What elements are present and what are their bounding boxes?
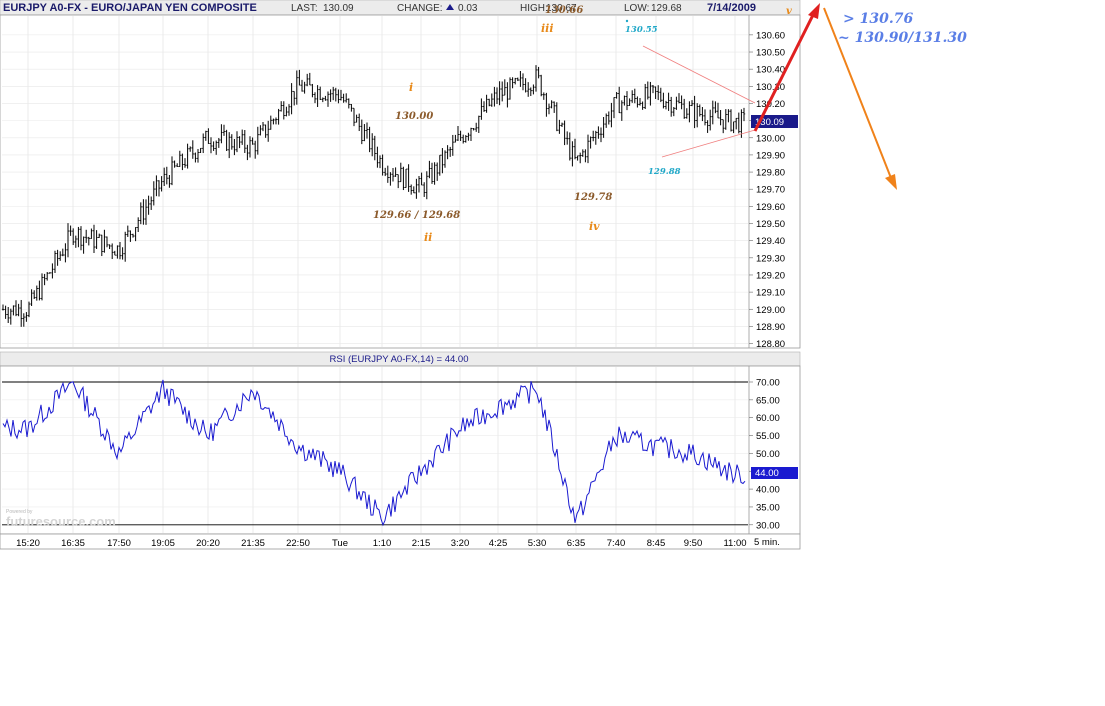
header-date: 7/14/2009 (707, 2, 756, 14)
price-y-tick-label: 129.70 (756, 185, 785, 196)
price-y-tick-label: 129.80 (756, 168, 785, 179)
price-y-tick-label: 129.20 (756, 270, 785, 281)
x-tick-label: 11:00 (723, 538, 746, 549)
last-label: LAST: (291, 3, 318, 14)
x-tick-label: Tue (332, 538, 348, 549)
wave-ii-label: ii (424, 231, 432, 244)
x-tick-label: 16:35 (61, 538, 85, 549)
x-tick-label: 21:35 (241, 538, 265, 549)
change-value: 0.03 (458, 3, 478, 14)
x-tick-label: 3:20 (451, 538, 470, 549)
price-y-tick-label: 129.10 (756, 288, 785, 299)
rsi-y-tick-label: 65.00 (756, 395, 780, 406)
low-value: 129.68 (651, 3, 682, 14)
x-tick-label: 15:20 (16, 538, 40, 549)
price-y-tick-label: 130.30 (756, 82, 785, 93)
wave-iii-label: iii (541, 22, 554, 35)
peak-marker-dot (625, 19, 629, 23)
orange-down-arrow-head-icon (885, 174, 897, 190)
price-y-tick-label: 129.60 (756, 202, 785, 213)
x-tick-label: 7:40 (607, 538, 626, 549)
price-y-tick-label: 130.00 (756, 133, 785, 144)
label-130-66: 130.66 (545, 5, 583, 16)
high-label: HIGH: (520, 3, 548, 14)
price-y-tick-label: 129.40 (756, 236, 785, 247)
low-label: LOW: (624, 3, 649, 14)
x-tick-label: 9:50 (684, 538, 703, 549)
x-tick-label: 6:35 (567, 538, 586, 549)
x-tick-label: 22:50 (286, 538, 310, 549)
x-tick-label: 2:15 (412, 538, 431, 549)
label-130-00: 130.00 (395, 111, 433, 122)
wave-iv-label: iv (589, 220, 600, 233)
wave-v-label: v (786, 6, 792, 17)
label-129-66-129-68: 129.66 / 129.68 (373, 210, 460, 221)
rsi-y-tick-label: 30.00 (756, 520, 780, 531)
label-130-55: 130.55 (625, 25, 658, 35)
price-y-tick-label: 130.60 (756, 30, 785, 41)
x-axis-unit: 5 min. (754, 537, 780, 548)
change-label: CHANGE: (397, 3, 443, 14)
x-tick-label: 17:50 (107, 538, 131, 549)
wave-i-label: i (409, 81, 413, 94)
price-y-tick-label: 130.40 (756, 65, 785, 76)
price-y-tick-label: 130.50 (756, 48, 785, 59)
price-y-tick-label: 129.50 (756, 219, 785, 230)
rsi-y-tick-label: 50.00 (756, 449, 780, 460)
price-y-tick-label: 129.00 (756, 305, 785, 316)
x-tick-label: 8:45 (647, 538, 666, 549)
last-value: 130.09 (323, 3, 354, 14)
target-2-label: ~ 130.90/131.30 (838, 30, 967, 46)
rsi-y-tick-label: 55.00 (756, 431, 780, 442)
label-129-88: 129.88 (648, 167, 681, 177)
chart-canvas: EURJPY A0-FX - EURO/JAPAN YEN COMPOSITE … (0, 0, 967, 550)
watermark-brand: futuresource.com (6, 514, 116, 529)
rsi-y-tick-label: 40.00 (756, 485, 780, 496)
price-y-tick-label: 129.90 (756, 150, 785, 161)
rsi-last-badge-text: 44.00 (755, 468, 779, 479)
red-up-arrow-head-icon (808, 3, 820, 19)
x-tick-label: 4:25 (489, 538, 508, 549)
x-tick-label: 20:20 (196, 538, 220, 549)
rsi-y-tick-label: 60.00 (756, 413, 780, 424)
rsi-title: RSI (EURJPY A0-FX,14) = 44.00 (330, 354, 469, 365)
rsi-y-tick-label: 70.00 (756, 377, 780, 388)
price-y-tick-label: 129.30 (756, 253, 785, 264)
target-1-label: > 130.76 (843, 11, 913, 27)
label-129-78: 129.78 (574, 192, 612, 203)
symbol-title: EURJPY A0-FX - EURO/JAPAN YEN COMPOSITE (3, 2, 257, 14)
price-y-tick-label: 128.80 (756, 339, 785, 350)
rsi-y-tick-label: 35.00 (756, 502, 780, 513)
x-tick-label: 5:30 (528, 538, 547, 549)
x-tick-label: 19:05 (151, 538, 175, 549)
x-tick-label: 1:10 (373, 538, 392, 549)
price-y-tick-label: 128.90 (756, 322, 785, 333)
